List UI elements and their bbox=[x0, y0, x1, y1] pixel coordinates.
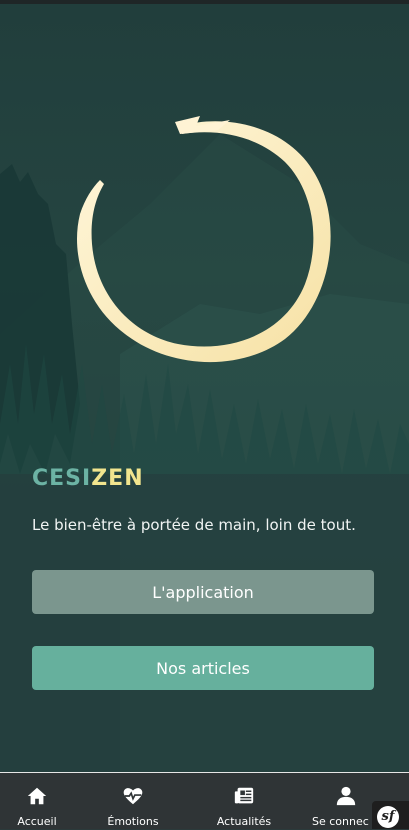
symfony-debug-toolbar-toggle[interactable]: sf bbox=[372, 801, 409, 829]
nav-item-label: Émotions bbox=[107, 815, 159, 828]
brand-title-part1: CESI bbox=[32, 466, 92, 491]
nav-item-actualites[interactable]: Actualités bbox=[199, 773, 289, 830]
heartbeat-icon bbox=[123, 788, 143, 805]
bottom-navigation: Accueil Émotions Actualités Se connec bbox=[0, 772, 409, 829]
hero-tagline: Le bien-être à portée de main, loin de t… bbox=[32, 516, 356, 534]
home-icon bbox=[27, 787, 47, 805]
articles-button-label: Nos articles bbox=[156, 658, 250, 678]
user-icon bbox=[336, 786, 356, 806]
nav-item-label: Accueil bbox=[17, 815, 57, 828]
application-button[interactable]: L'application bbox=[32, 570, 374, 614]
brand-title-part2: ZEN bbox=[91, 466, 144, 491]
newspaper-icon bbox=[234, 787, 254, 804]
nav-item-label: Actualités bbox=[216, 815, 272, 828]
articles-button[interactable]: Nos articles bbox=[32, 646, 374, 690]
symfony-logo-icon: sf bbox=[377, 806, 399, 828]
hero-section: CESIZEN Le bien-être à portée de main, l… bbox=[0, 4, 409, 772]
nav-item-emotions[interactable]: Émotions bbox=[88, 773, 178, 830]
brand-title: CESIZEN bbox=[32, 466, 144, 491]
application-button-label: L'application bbox=[152, 582, 254, 602]
nav-item-accueil[interactable]: Accueil bbox=[0, 773, 82, 830]
